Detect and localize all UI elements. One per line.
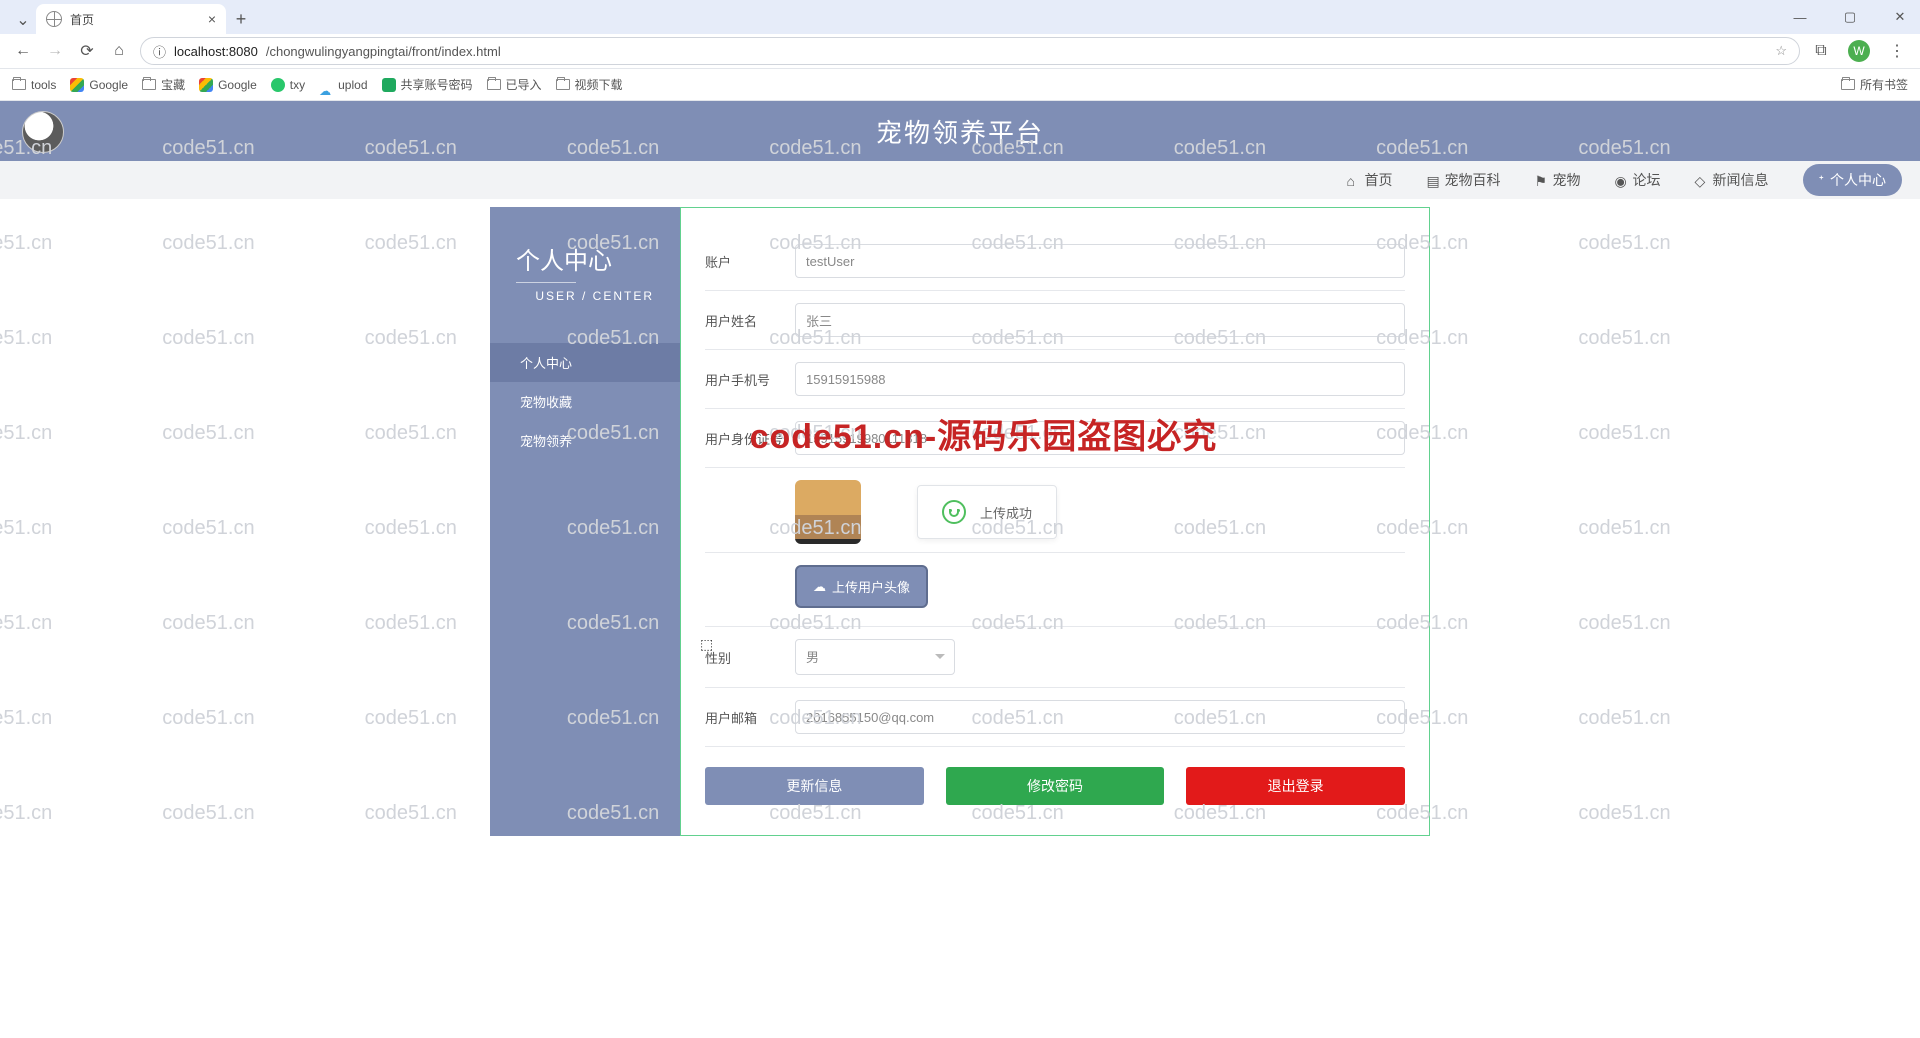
account-label: 账户 [705,252,795,271]
bookmark-bar: tools Google 宝藏 Google txy ☁uplod 共享账号密码… [0,69,1920,101]
bookmark-item[interactable]: 宝藏 [142,76,185,93]
extensions-icon[interactable]: ⧉ [1810,40,1832,62]
gender-label: 性别 [705,648,795,667]
browser-toolbar: ← → ⟳ ⌂ ⓘ localhost:8080/chongwulingyang… [0,34,1920,69]
bookmark-item[interactable]: 视频下载 [556,76,623,93]
account-input[interactable] [795,244,1405,278]
favicon-icon [382,78,396,92]
url-path: /chongwulingyangpingtai/front/index.html [266,44,501,59]
tag-icon: ◇ [1695,173,1709,187]
site-logo[interactable] [22,111,64,153]
site-info-icon[interactable]: ⓘ [153,42,166,61]
cloud-upload-icon: ☁ [813,579,826,595]
name-input[interactable] [795,303,1405,337]
nav-home[interactable]: ⌂首页 [1347,170,1393,190]
logout-button[interactable]: 退出登录 [1186,767,1405,805]
bookmark-item[interactable]: 共享账号密码 [382,76,473,93]
smile-icon [942,500,966,524]
google-icon [199,78,213,92]
phone-input[interactable] [795,362,1405,396]
page-header: 宠物领养平台 [0,101,1920,161]
phone-label: 用户手机号 [705,370,795,389]
page-title: 宠物领养平台 [876,113,1044,150]
back-button[interactable]: ← [12,40,34,62]
window-minimize-button[interactable]: — [1786,10,1814,25]
nav-wiki[interactable]: ▤宠物百科 [1427,170,1501,190]
sidebar-subtitle: USER / CENTER [490,289,680,303]
nav-pets[interactable]: ⚑宠物 [1535,170,1581,190]
form-panel: 账户 用户姓名 用户手机号 用户身份证号 上传成功 [680,207,1430,836]
bookmark-item[interactable]: ☁uplod [319,78,367,92]
globe-icon: ◉ [1615,173,1629,187]
bookmark-item[interactable]: Google [70,78,128,92]
user-icon: ᕀ [1819,172,1824,189]
sidebar: 个人中心 USER / CENTER 个人中心 宠物收藏 宠物领养 [490,207,680,836]
nav-user-center[interactable]: ᕀ个人中心 [1803,164,1902,196]
gender-select[interactable]: 男 [795,639,955,675]
sidebar-item-adoption[interactable]: 宠物领养 [490,421,680,460]
cursor-icon: ⬚ [700,636,713,653]
email-input[interactable] [795,700,1405,734]
nav-news[interactable]: ◇新闻信息 [1695,170,1769,190]
divider [516,282,576,283]
address-bar[interactable]: ⓘ localhost:8080/chongwulingyangpingtai/… [140,37,1800,65]
browser-tab-strip: ⌄ 首页 × + — ▢ ✕ [0,0,1920,34]
tab-title: 首页 [70,11,200,28]
folder-icon [1841,79,1855,90]
update-info-button[interactable]: 更新信息 [705,767,924,805]
upload-avatar-button[interactable]: ☁ 上传用户头像 [795,565,928,608]
browser-tab[interactable]: 首页 × [36,4,226,34]
change-password-button[interactable]: 修改密码 [946,767,1165,805]
close-icon[interactable]: × [208,11,216,27]
folder-icon [142,79,156,90]
book-icon: ▤ [1427,173,1441,187]
window-maximize-button[interactable]: ▢ [1836,9,1864,25]
bookmark-item[interactable]: tools [12,78,56,92]
upload-success-toast: 上传成功 [917,485,1057,539]
new-tab-button[interactable]: + [226,4,256,34]
sidebar-item-collection[interactable]: 宠物收藏 [490,382,680,421]
sidebar-title: 个人中心 [490,241,680,282]
all-bookmarks-button[interactable]: 所有书签 [1841,76,1908,93]
google-icon [70,78,84,92]
avatar-preview [795,480,861,544]
nav-forum[interactable]: ◉论坛 [1615,170,1661,190]
profile-avatar[interactable]: W [1848,40,1870,62]
favicon-icon [271,78,285,92]
bookmark-star-icon[interactable]: ☆ [1775,43,1787,59]
sidebar-item-user-center[interactable]: 个人中心 [490,343,680,382]
forward-button: → [44,40,66,62]
kebab-menu-icon[interactable]: ⋮ [1886,40,1908,62]
bookmark-item[interactable]: 已导入 [487,76,542,93]
main-nav: ⌂首页 ▤宠物百科 ⚑宠物 ◉论坛 ◇新闻信息 ᕀ个人中心 [0,161,1920,199]
window-close-button[interactable]: ✕ [1886,9,1914,25]
folder-icon [487,79,501,90]
bookmark-item[interactable]: Google [199,78,257,92]
idcard-label: 用户身份证号 [705,429,795,448]
tab-dropdown-icon[interactable]: ⌄ [10,6,36,34]
globe-icon [46,11,62,27]
url-host: localhost:8080 [174,44,258,59]
folder-icon [556,79,570,90]
idcard-input[interactable] [795,421,1405,455]
cloud-icon: ☁ [319,84,333,85]
name-label: 用户姓名 [705,311,795,330]
reload-button[interactable]: ⟳ [76,40,98,62]
home-icon: ⌂ [1347,173,1361,187]
toast-text: 上传成功 [980,503,1032,522]
flag-icon: ⚑ [1535,173,1549,187]
bookmark-item[interactable]: txy [271,78,305,92]
email-label: 用户邮箱 [705,708,795,727]
home-button[interactable]: ⌂ [108,40,130,62]
folder-icon [12,79,26,90]
